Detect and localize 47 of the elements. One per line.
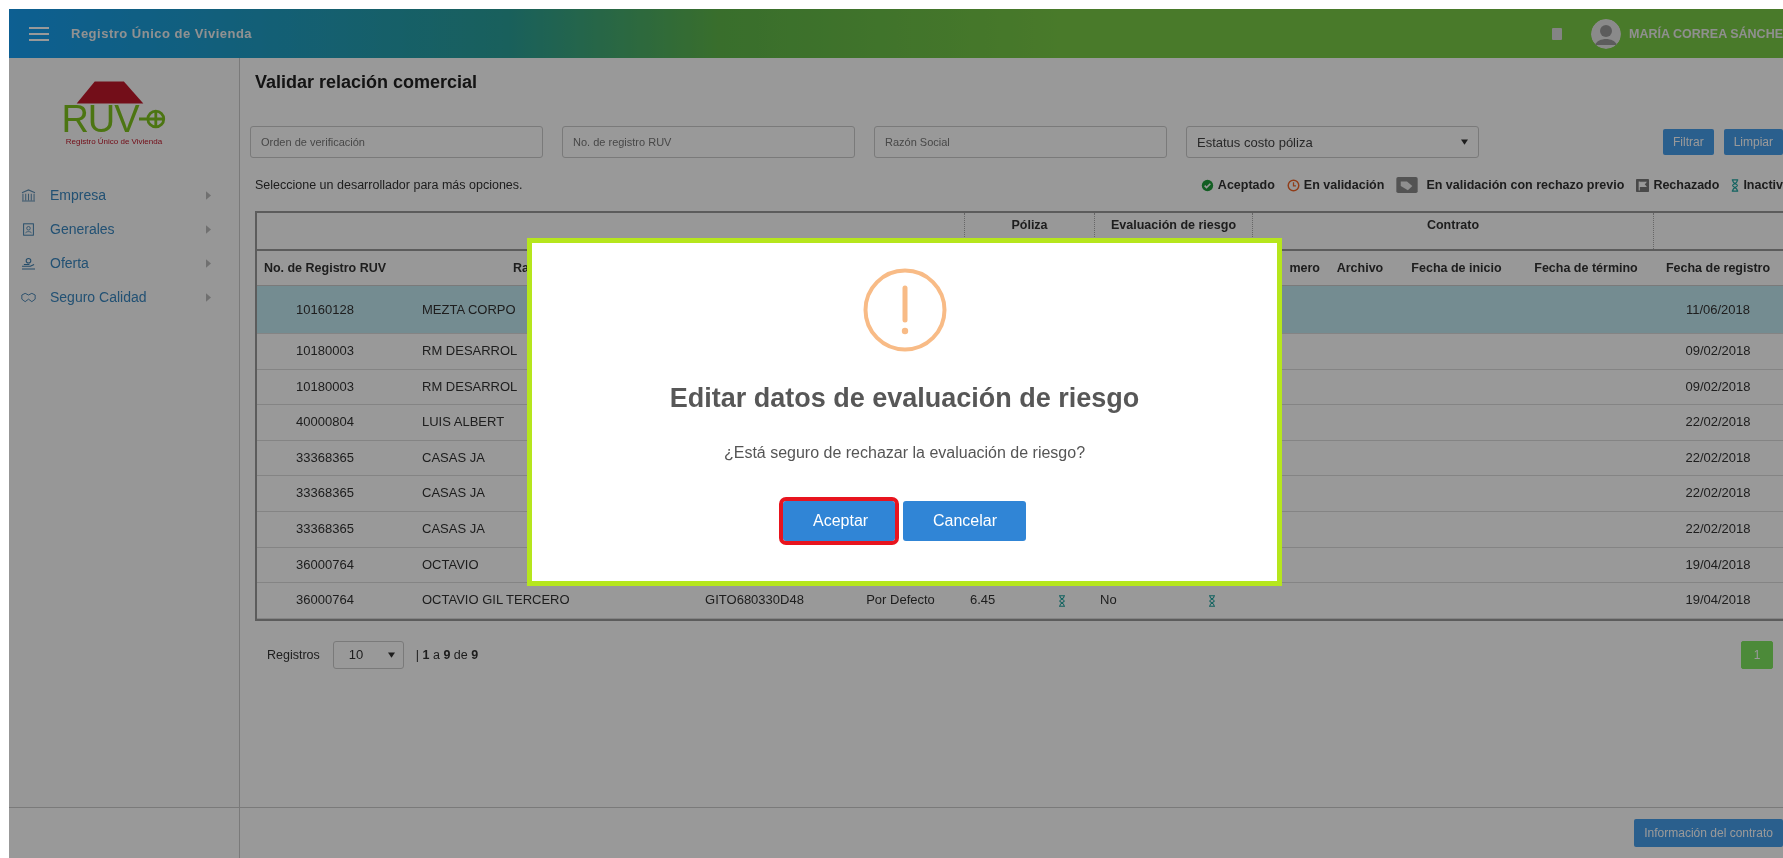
table-cell: OCTAVIO GIL TERCERO <box>422 592 570 608</box>
table-cell: 19/04/2018 <box>1685 556 1751 572</box>
table-cell: 09/02/2018 <box>1685 343 1751 358</box>
table-cell: 6.45 <box>970 592 996 608</box>
legend-label: En validación <box>1303 178 1385 192</box>
dialog-message: ¿Está seguro de rechazar la evaluación de riesgo? <box>723 444 1086 462</box>
table-cell: 19/04/2018 <box>1685 592 1751 608</box>
table-cell: 22/02/2018 <box>1685 485 1751 501</box>
table-cell: 10180003 <box>296 343 354 358</box>
logo-mark: RUV <box>61 102 139 136</box>
table-cell: 40000804 <box>296 414 354 430</box>
table-cell: 36000764 <box>296 592 354 608</box>
table-cell: 10180003 <box>296 378 354 394</box>
table-cell: No <box>1100 592 1117 608</box>
table-cell: MEZTA CORPO <box>422 302 516 317</box>
page-size-label: Registros <box>267 647 320 662</box>
legend-label: En validación con rechazo previo <box>1426 178 1625 192</box>
table-cell: 36000764 <box>296 556 354 572</box>
group-header: Contrato <box>1426 218 1480 232</box>
table-cell: 09/02/2018 <box>1685 378 1751 394</box>
logo-caption: Registro Único de Vivienda <box>65 137 163 146</box>
table-cell: 22/02/2018 <box>1685 449 1751 465</box>
legend-label: Rechazado <box>1653 178 1720 192</box>
table-cell: OCTAVIO <box>422 556 479 572</box>
table-cell: LUIS ALBERT <box>422 414 505 430</box>
table-cell: RM DESARROL <box>422 343 518 358</box>
group-header: Evaluación de riesgo <box>1110 218 1236 232</box>
legend-label: Inactiv <box>1743 178 1783 192</box>
table-cell: RM DESARROL <box>422 378 518 394</box>
table-cell: 33368365 <box>296 449 354 465</box>
table-cell: 33368365 <box>296 485 354 501</box>
table-cell: CASAS JA <box>422 449 485 465</box>
table-cell: GITO680330D48 <box>705 592 804 608</box>
hint-text: Seleccione un desarrollador para más opciones. <box>255 178 523 192</box>
legend-label: Aceptado <box>1217 178 1275 192</box>
table-cell: 10160128 <box>296 302 354 317</box>
page-title: Validar relación comercial <box>255 71 479 94</box>
table-cell: 33368365 <box>296 520 354 536</box>
record-count: | 1 a 9 de 9 <box>415 647 479 662</box>
table-cell: Por Defecto <box>866 592 935 608</box>
app-title: Registro Único de Vivienda <box>71 26 253 41</box>
table-cell: CASAS JA <box>422 520 485 536</box>
group-header: Póliza <box>1011 218 1048 232</box>
table-cell: CASAS JA <box>422 485 485 501</box>
table-cell: 22/02/2018 <box>1685 414 1751 430</box>
table-cell: 11/06/2018 <box>1685 302 1751 317</box>
table-cell: 22/02/2018 <box>1685 520 1751 536</box>
